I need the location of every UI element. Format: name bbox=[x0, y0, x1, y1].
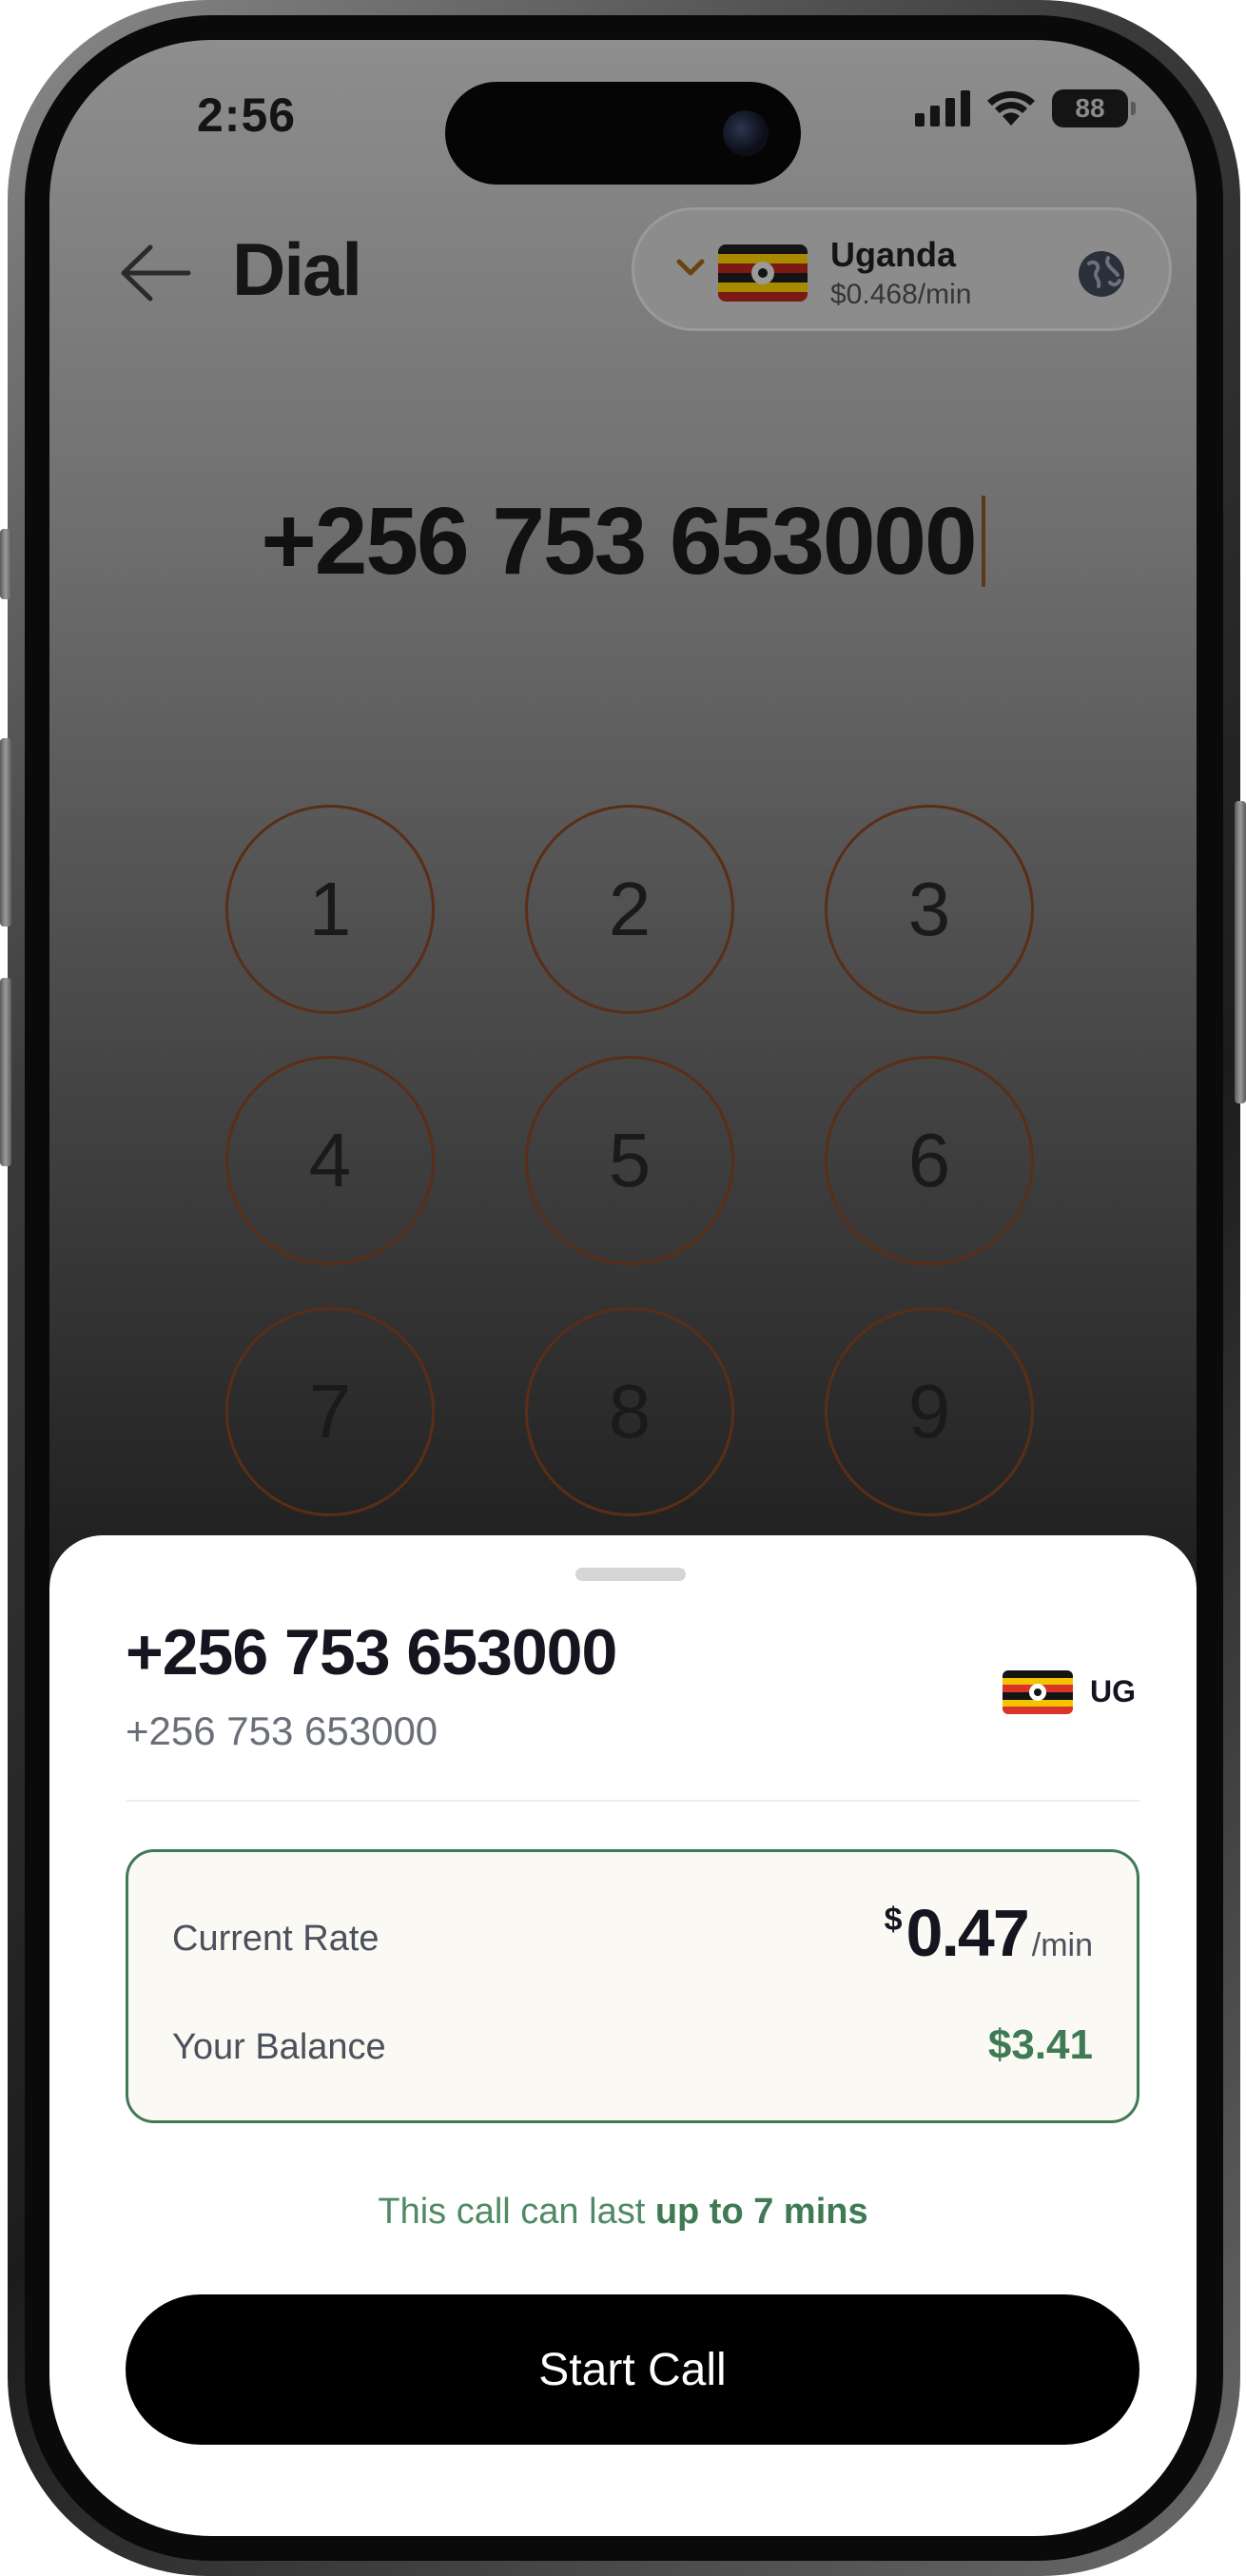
key-1[interactable]: 1 bbox=[225, 805, 435, 1014]
back-arrow-icon[interactable] bbox=[112, 230, 198, 316]
uganda-flag-icon bbox=[718, 244, 808, 302]
key-6[interactable]: 6 bbox=[825, 1056, 1034, 1265]
rate-unit: /min bbox=[1031, 1927, 1093, 1963]
key-4[interactable]: 4 bbox=[225, 1056, 435, 1265]
balance-value: $3.41 bbox=[987, 2021, 1093, 2068]
status-icons: 88 bbox=[915, 89, 1136, 127]
start-call-button[interactable]: Start Call bbox=[126, 2294, 1139, 2445]
sheet-grabber[interactable] bbox=[575, 1568, 686, 1581]
phone-screen: 2:56 88 Dial Uganda $0.468/min +256 753 … bbox=[49, 40, 1197, 2536]
chevron-down-icon bbox=[676, 259, 705, 276]
text-caret bbox=[981, 496, 985, 587]
action-button bbox=[0, 529, 11, 599]
battery-icon: 88 bbox=[1052, 89, 1136, 127]
current-rate-value: $ 0.47 /min bbox=[885, 1900, 1093, 1966]
balance-label: Your Balance bbox=[172, 2027, 386, 2067]
key-3[interactable]: 3 bbox=[825, 805, 1034, 1014]
wifi-icon bbox=[987, 90, 1035, 126]
current-rate-label: Current Rate bbox=[172, 1919, 380, 1959]
volume-down-button bbox=[0, 978, 11, 1166]
rate-number: 0.47 bbox=[905, 1896, 1030, 1970]
country-code-badge: UG bbox=[1090, 1674, 1136, 1708]
uganda-flag-icon bbox=[1003, 1670, 1073, 1714]
key-5[interactable]: 5 bbox=[525, 1056, 734, 1265]
sheet-phone-subtitle: +256 753 653000 bbox=[126, 1708, 438, 1753]
country-name: Uganda bbox=[830, 235, 957, 274]
front-camera bbox=[723, 110, 769, 156]
rate-card: Current Rate $ 0.47 /min Your Balance $3… bbox=[126, 1849, 1139, 2123]
power-button bbox=[1235, 801, 1246, 1103]
volume-up-button bbox=[0, 738, 11, 927]
country-selector[interactable]: Uganda $0.468/min bbox=[632, 207, 1172, 331]
key-9[interactable]: 9 bbox=[825, 1307, 1034, 1516]
country-rate: $0.468/min bbox=[830, 279, 972, 310]
key-8[interactable]: 8 bbox=[525, 1307, 734, 1516]
call-note-prefix: This call can last bbox=[378, 2192, 646, 2232]
dialed-number: +256 753 653000 bbox=[261, 488, 977, 595]
call-duration-note: This call can last up to 7 mins bbox=[49, 2192, 1197, 2233]
dynamic-island bbox=[445, 82, 801, 185]
key-2[interactable]: 2 bbox=[525, 805, 734, 1014]
globe-icon bbox=[1079, 251, 1124, 297]
signal-icon bbox=[915, 90, 970, 127]
call-note-emphasis: up to 7 mins bbox=[654, 2192, 868, 2232]
dialed-number-display[interactable]: +256 753 653000 bbox=[49, 487, 1197, 596]
call-bottom-sheet: +256 753 653000 +256 753 653000 UG Curre… bbox=[49, 1535, 1197, 2536]
status-time: 2:56 bbox=[197, 88, 297, 142]
page-title: Dial bbox=[232, 227, 362, 311]
rate-currency: $ bbox=[884, 1902, 903, 1938]
key-7[interactable]: 7 bbox=[225, 1307, 435, 1516]
sheet-divider bbox=[126, 1800, 1139, 1802]
sheet-phone-number: +256 753 653000 bbox=[126, 1616, 617, 1688]
